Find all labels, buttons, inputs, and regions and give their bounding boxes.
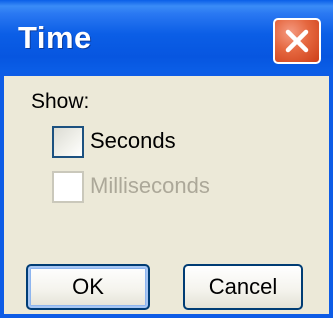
ok-button[interactable]: OK	[26, 264, 150, 310]
title-bar[interactable]: Time	[0, 0, 333, 76]
milliseconds-label: Milliseconds	[90, 173, 210, 198]
seconds-checkbox[interactable]	[52, 126, 84, 158]
time-dialog: Time Show: Seconds Milliseconds OK Cance…	[0, 0, 333, 318]
close-icon	[282, 26, 312, 56]
show-label: Show:	[31, 90, 90, 113]
cancel-button[interactable]: Cancel	[183, 264, 303, 310]
milliseconds-checkbox	[52, 171, 84, 203]
close-button[interactable]	[273, 18, 321, 64]
window-title: Time	[18, 20, 92, 55]
seconds-label[interactable]: Seconds	[90, 128, 176, 154]
